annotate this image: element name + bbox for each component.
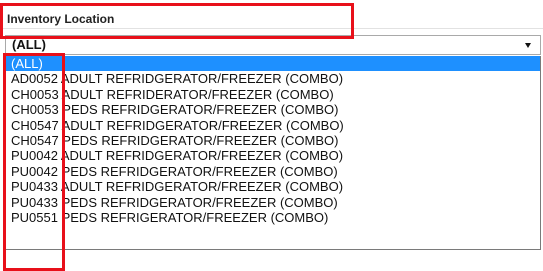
inventory-location-options[interactable]: (ALL) AD0052 ADULT REFRIDGERATOR/FREEZER… [5,56,541,250]
option-ch0547-adult[interactable]: CH0547 ADULT REFRIDGERATOR/FREEZER (COMB… [6,118,540,133]
select-current-value: (ALL) [12,37,46,52]
option-pu0433-adult[interactable]: PU0433 ADULT REFRIDGERATOR/FREEZER (COMB… [6,179,540,194]
triangle-down-icon[interactable] [525,43,531,48]
option-pu0433-peds[interactable]: PU0433 PEDS REFRIDGERATOR/FREEZER (COMBO… [6,195,540,210]
option-pu0042-adult[interactable]: PU0042 ADULT REFRIDGERATOR/FREEZER (COMB… [6,148,540,163]
option-pu0551-peds[interactable]: PU0551 PEDS REFRIGERATOR/FREEZER (COMBO) [6,210,540,225]
option-ch0053-peds[interactable]: CH0053 PEDS REFRIDGERATOR/FREEZER (COMBO… [6,102,540,117]
option-all[interactable]: (ALL) [6,56,540,72]
screenshot-canvas: Inventory Location (ALL) (ALL) AD0052 AD… [0,0,543,271]
highlight-box-label [0,3,354,39]
option-ch0053-adult[interactable]: CH0053 ADULT REFRIDERATOR/FREEZER (COMBO… [6,87,540,102]
option-ad0052-adult[interactable]: AD0052 ADULT REFRIDGERATOR/FREEZER (COMB… [6,71,540,86]
highlight-box-codes [3,53,65,271]
option-ch0547-peds[interactable]: CH0547 PEDS REFRIDGERATOR/FREEZER (COMBO… [6,133,540,148]
option-pu0042-peds[interactable]: PU0042 PEDS REFRIDGERATOR/FREEZER (COMBO… [6,164,540,179]
